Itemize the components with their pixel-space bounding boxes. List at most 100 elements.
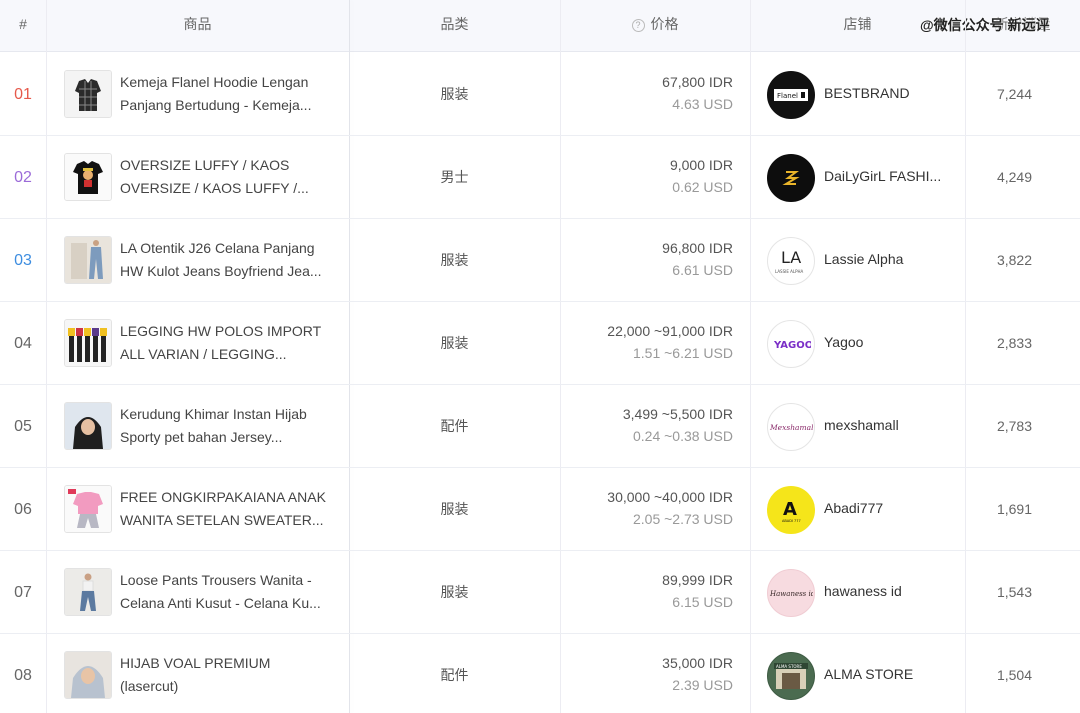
product-cell[interactable]: Kerudung Khimar Instan Hijab Sporty pet … <box>46 385 349 468</box>
store-cell[interactable]: LA LASSIE ALPHA Lassie Alpha <box>750 219 965 302</box>
logo-text: ALMA STORE <box>776 664 802 669</box>
rank-number: 03 <box>14 252 32 269</box>
product-title[interactable]: HIJAB VOAL PREMIUM (lasercut) <box>120 652 336 698</box>
product-cell[interactable]: LA Otentik J26 Celana Panjang HW Kulot J… <box>46 219 349 302</box>
table-row[interactable]: 02 OVERSIZE LUFFY / KAOS OVERSIZE / KAOS… <box>0 136 1080 219</box>
store-logo[interactable]: Flanel <box>767 71 815 119</box>
table-row[interactable]: 05 Kerudung Khimar Instan Hijab Sporty p… <box>0 385 1080 468</box>
product-cell[interactable]: Kemeja Flanel Hoodie Lengan Panjang Bert… <box>46 53 349 136</box>
product-title-line: OVERSIZE / KAOS LUFFY /... <box>120 180 309 196</box>
store-cell[interactable]: DaiLyGirL FASHI... <box>750 136 965 219</box>
table-row[interactable]: 01 Kemeja Flanel Hoodie Lengan Panjang B… <box>0 53 1080 136</box>
category-label: 服装 <box>440 86 469 102</box>
price-idr: 89,999 IDR <box>662 572 733 588</box>
product-thumbnail[interactable] <box>64 651 112 699</box>
price-cell: 9,000 IDR 0.62 USD <box>560 136 750 219</box>
category-label: 服装 <box>440 501 469 517</box>
product-cell[interactable]: FREE ONGKIRPAKAIANA ANAK WANITA SETELAN … <box>46 468 349 551</box>
table-header: # 商品 品类 ? 价格 店铺 新增销量 <box>0 0 1080 52</box>
rank-number: 08 <box>14 667 32 684</box>
store-name[interactable]: Lassie Alpha <box>824 251 952 267</box>
store-cell[interactable]: YAGOO Yagoo <box>750 302 965 385</box>
store-cell[interactable]: ALMA STORE ALMA STORE <box>750 634 965 713</box>
price-cell: 67,800 IDR 4.63 USD <box>560 53 750 136</box>
logo-text: LA <box>781 248 801 267</box>
sales-count: 4,249 <box>996 169 1033 185</box>
price-usd: 6.15 USD <box>672 594 733 610</box>
product-title-line: Kemeja Flanel Hoodie Lengan <box>120 74 309 90</box>
store-name[interactable]: ALMA STORE <box>824 666 952 682</box>
header-price[interactable]: ? 价格 <box>560 0 750 52</box>
price-cell: 30,000 ~40,000 IDR 2.05 ~2.73 USD <box>560 468 750 551</box>
price-idr: 96,800 IDR <box>662 240 733 256</box>
product-thumbnail[interactable] <box>64 236 112 284</box>
product-thumbnail[interactable] <box>64 153 112 201</box>
store-cell[interactable]: Mexshamall mexshamall <box>750 385 965 468</box>
product-title-line: WANITA SETELAN SWEATER... <box>120 512 324 528</box>
header-product[interactable]: 商品 <box>46 0 349 52</box>
store-name[interactable]: hawaness id <box>824 583 952 599</box>
price-idr: 30,000 ~40,000 IDR <box>607 489 733 505</box>
store-logo[interactable]: Mexshamall <box>767 403 815 451</box>
store-logo[interactable] <box>767 154 815 202</box>
product-cell[interactable]: LEGGING HW POLOS IMPORT ALL VARIAN / LEG… <box>46 302 349 385</box>
sales-count: 1,543 <box>996 584 1033 600</box>
rank-number: 06 <box>14 501 32 518</box>
store-logo[interactable]: LA LASSIE ALPHA <box>767 237 815 285</box>
table-row[interactable]: 03 LA Otentik J26 Celana Panjang HW Kulo… <box>0 219 1080 302</box>
sales-count: 2,833 <box>996 335 1033 351</box>
header-category[interactable]: 品类 <box>349 0 560 52</box>
product-cell[interactable]: Loose Pants Trousers Wanita - Celana Ant… <box>46 551 349 634</box>
product-thumbnail[interactable] <box>64 70 112 118</box>
store-logo[interactable]: A ABADI 777 <box>767 486 815 534</box>
rank-number: 02 <box>14 169 32 186</box>
rank-number: 05 <box>14 418 32 435</box>
logo-subtext: ABADI 777 <box>782 519 801 523</box>
product-title-line: Kerudung Khimar Instan Hijab <box>120 406 307 422</box>
price-usd: 2.39 USD <box>672 677 733 693</box>
watermark: @微信公众号 新远评 <box>920 17 1050 33</box>
header-rank[interactable]: # <box>0 0 46 52</box>
store-logo[interactable]: Hawaness id <box>767 569 815 617</box>
store-logo[interactable]: YAGOO <box>767 320 815 368</box>
product-thumbnail[interactable] <box>64 319 112 367</box>
product-thumbnail[interactable] <box>64 402 112 450</box>
store-cell[interactable]: Hawaness id hawaness id <box>750 551 965 634</box>
store-cell[interactable]: Flanel BESTBRAND <box>750 53 965 136</box>
store-name[interactable]: BESTBRAND <box>824 85 952 101</box>
store-logo[interactable]: ALMA STORE <box>767 652 815 700</box>
sales-count: 2,783 <box>996 418 1033 434</box>
product-title-line: HW Kulot Jeans Boyfriend Jea... <box>120 263 322 279</box>
price-usd: 0.24 ~0.38 USD <box>632 428 733 444</box>
store-name[interactable]: DaiLyGirL FASHI... <box>824 168 952 184</box>
product-title-line: FREE ONGKIRPAKAIANA ANAK <box>120 489 326 505</box>
product-thumbnail[interactable] <box>64 485 112 533</box>
product-title[interactable]: Kerudung Khimar Instan Hijab Sporty pet … <box>120 403 336 449</box>
table-row[interactable]: 07 Loose Pants Trousers Wanita - Celana … <box>0 551 1080 634</box>
product-title[interactable]: LEGGING HW POLOS IMPORT ALL VARIAN / LEG… <box>120 320 336 366</box>
product-title-line: Sporty pet bahan Jersey... <box>120 429 283 445</box>
table-row[interactable]: 08 HIJAB VOAL PREMIUM (lasercut) 配件 35,0… <box>0 634 1080 713</box>
product-title-line: OVERSIZE LUFFY / KAOS <box>120 157 290 173</box>
store-cell[interactable]: A ABADI 777 Abadi777 <box>750 468 965 551</box>
logo-text: Flanel <box>777 92 798 100</box>
table-row[interactable]: 06 FREE ONGKIRPAKAIANA ANAK WANITA SETEL… <box>0 468 1080 551</box>
product-title-line: HIJAB VOAL PREMIUM <box>120 655 271 671</box>
store-name[interactable]: Abadi777 <box>824 500 952 516</box>
store-name[interactable]: mexshamall <box>824 417 952 433</box>
product-title[interactable]: LA Otentik J26 Celana Panjang HW Kulot J… <box>120 237 336 283</box>
product-title-line: Loose Pants Trousers Wanita - <box>120 572 312 588</box>
product-cell[interactable]: HIJAB VOAL PREMIUM (lasercut) <box>46 634 349 713</box>
store-name[interactable]: Yagoo <box>824 334 952 350</box>
price-idr: 3,499 ~5,500 IDR <box>622 406 733 422</box>
product-title[interactable]: Loose Pants Trousers Wanita - Celana Ant… <box>120 569 336 615</box>
help-icon[interactable]: ? <box>631 19 645 32</box>
ranking-table: # 商品 品类 ? 价格 店铺 新增销量 @微信公众号 新远评 01 Kemeja… <box>0 0 1080 713</box>
table-row[interactable]: 04 LEGGING HW POLOS IMPORT ALL VARIAN / … <box>0 302 1080 385</box>
product-thumbnail[interactable] <box>64 568 112 616</box>
product-title[interactable]: FREE ONGKIRPAKAIANA ANAK WANITA SETELAN … <box>120 486 336 532</box>
product-cell[interactable]: OVERSIZE LUFFY / KAOS OVERSIZE / KAOS LU… <box>46 136 349 219</box>
product-title[interactable]: OVERSIZE LUFFY / KAOS OVERSIZE / KAOS LU… <box>120 154 336 200</box>
product-title[interactable]: Kemeja Flanel Hoodie Lengan Panjang Bert… <box>120 71 336 117</box>
logo-text: Mexshamall <box>769 423 813 432</box>
